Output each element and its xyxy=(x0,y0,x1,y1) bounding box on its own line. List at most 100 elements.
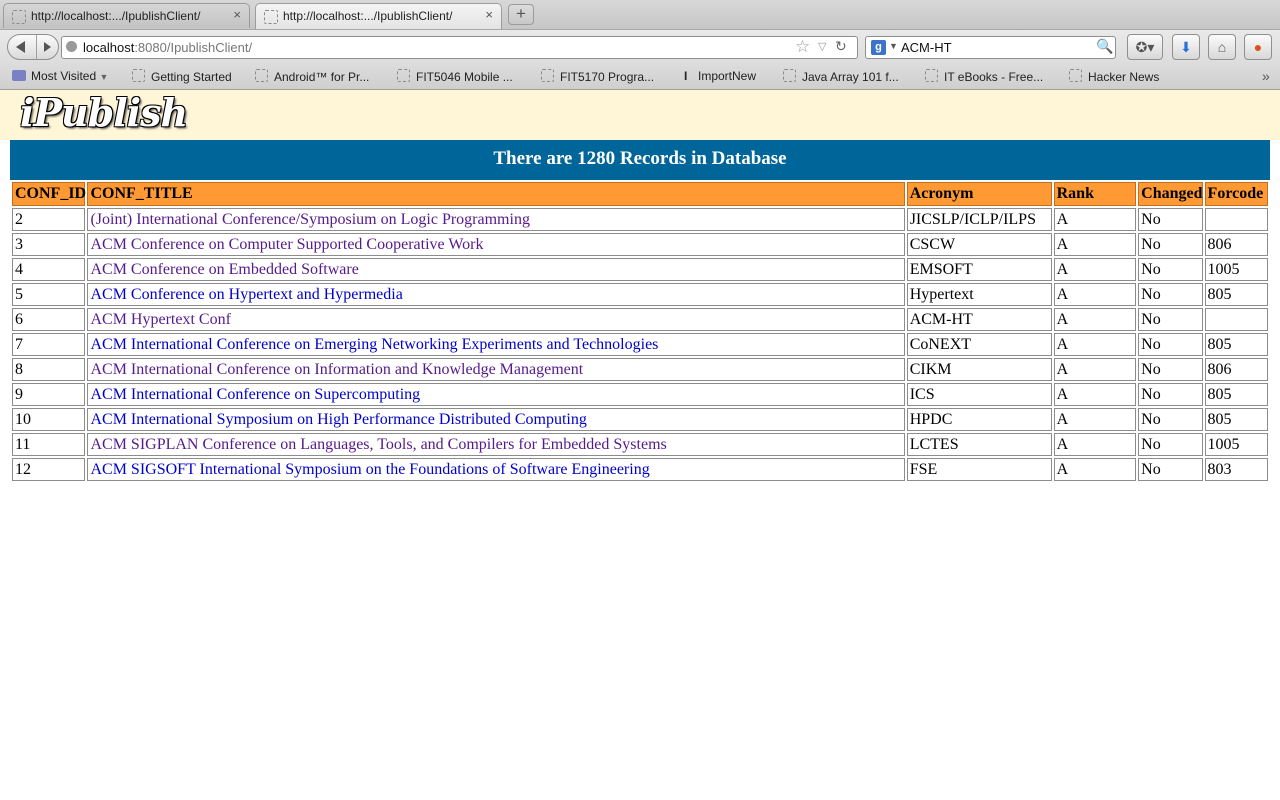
cell-forcode: 803 xyxy=(1204,458,1268,481)
bookmark-it-ebooks[interactable]: IT eBooks - Free... xyxy=(925,69,1043,84)
bookmark-most-visited[interactable]: Most Visited ▼ xyxy=(12,69,108,83)
cell-forcode: 806 xyxy=(1204,358,1268,381)
search-engine-icon[interactable]: g xyxy=(871,40,886,55)
bookmark-label: Getting Started xyxy=(151,70,232,84)
cell-rank: A xyxy=(1053,283,1137,306)
browser-tab-1[interactable]: http://localhost:.../IpublishClient/ × xyxy=(3,3,250,28)
bookmark-fit5046[interactable]: FIT5046 Mobile ... xyxy=(397,69,513,84)
bookmark-getting-started[interactable]: Getting Started xyxy=(132,69,232,84)
table-row: 10 ACM International Symposium on High Pe… xyxy=(12,408,1268,431)
table-row: 3 ACM Conference on Computer Supported Co… xyxy=(12,233,1268,256)
conference-link[interactable]: ACM SIGSOFT International Symposium on t… xyxy=(90,461,649,478)
tab-title: http://localhost:.../IpublishClient/ xyxy=(31,9,201,23)
reload-icon[interactable]: ↻ xyxy=(835,38,847,55)
url-bar[interactable]: localhost:8080/IpublishClient/ ☆ ▽ ↻ xyxy=(61,36,858,59)
bookmark-page-icon xyxy=(397,69,410,82)
cell-conf-id: 7 xyxy=(12,333,86,356)
search-bar[interactable]: g ▼ ACM-HT 🔍 xyxy=(865,36,1116,59)
conference-link[interactable]: ACM Conference on Computer Supported Coo… xyxy=(90,236,483,253)
cell-rank: A xyxy=(1053,208,1137,231)
cell-forcode: 806 xyxy=(1204,233,1268,256)
search-input[interactable]: ACM-HT xyxy=(901,40,952,55)
table-row: 4 ACM Conference on Embedded Software EMSO… xyxy=(12,258,1268,281)
conference-table-container: CONF_ID CONF_TITLE Acronym Rank Changed … xyxy=(10,180,1270,483)
conference-link[interactable]: ACM Conference on Embedded Software xyxy=(90,261,358,278)
table-row: 11 ACM SIGPLAN Conference on Languages, T… xyxy=(12,433,1268,456)
cell-forcode xyxy=(1204,308,1268,331)
tab-strip: http://localhost:.../IpublishClient/ × h… xyxy=(0,0,1280,30)
cell-conf-title: ACM SIGPLAN Conference on Languages, Too… xyxy=(87,433,905,456)
cell-conf-id: 4 xyxy=(12,258,86,281)
bookmark-label: Hacker News xyxy=(1088,70,1160,84)
conference-link[interactable]: ACM International Conference on Supercom… xyxy=(90,386,420,403)
cell-conf-id: 6 xyxy=(12,308,86,331)
cell-rank: A xyxy=(1053,408,1137,431)
cell-acronym: CIKM xyxy=(906,358,1052,381)
browser-tab-2[interactable]: http://localhost:.../IpublishClient/ × xyxy=(255,3,502,29)
cell-conf-title: ACM International Conference on Supercom… xyxy=(87,383,905,406)
conference-link[interactable]: ACM International Symposium on High Perf… xyxy=(90,411,586,428)
text-cursor-icon: I xyxy=(684,69,688,83)
conference-link[interactable]: ACM Conference on Hypertext and Hypermed… xyxy=(90,286,402,303)
bookmark-importnew[interactable]: I ImportNew xyxy=(684,69,756,83)
cell-conf-title: (Joint) International Conference/Symposi… xyxy=(87,208,905,231)
home-button[interactable]: ⌂ xyxy=(1208,34,1236,60)
page-favicon-icon xyxy=(12,10,26,24)
history-buttons xyxy=(7,34,59,60)
bookmarks-menu-button[interactable]: ✪▾ xyxy=(1127,34,1163,60)
forward-button[interactable] xyxy=(37,35,59,59)
conference-link[interactable]: (Joint) International Conference/Symposi… xyxy=(90,211,529,228)
cell-acronym: LCTES xyxy=(906,433,1052,456)
forward-arrow-icon xyxy=(44,42,51,52)
cell-conf-title: ACM International Conference on Emerging… xyxy=(87,333,905,356)
cell-forcode: 805 xyxy=(1204,283,1268,306)
bookmark-fit5170[interactable]: FIT5170 Progra... xyxy=(541,69,654,84)
close-tab-icon[interactable]: × xyxy=(485,7,493,22)
bookmark-label: Android™ for Pr... xyxy=(274,70,370,84)
cell-conf-id: 3 xyxy=(12,233,86,256)
cell-changed: No xyxy=(1138,358,1203,381)
bookmark-label: Most Visited xyxy=(31,69,97,83)
conference-link[interactable]: ACM International Conference on Informat… xyxy=(90,361,583,378)
close-tab-icon[interactable]: × xyxy=(233,7,241,22)
site-header: iPublish xyxy=(0,90,1280,140)
site-identity-icon[interactable] xyxy=(66,41,77,52)
cell-forcode xyxy=(1204,208,1268,231)
chevron-down-icon: ▼ xyxy=(99,72,109,82)
firebug-button[interactable]: ● xyxy=(1244,34,1272,60)
column-header-forcode: Forcode xyxy=(1204,182,1268,206)
new-tab-button[interactable]: + xyxy=(508,4,534,25)
cell-conf-title: ACM Conference on Embedded Software xyxy=(87,258,905,281)
conference-link[interactable]: ACM Hypertext Conf xyxy=(90,311,230,328)
url-text[interactable]: localhost:8080/IpublishClient/ xyxy=(83,40,252,55)
downloads-button[interactable]: ⬇ xyxy=(1172,34,1200,60)
bookmark-java-array[interactable]: Java Array 101 f... xyxy=(783,69,899,84)
table-header-row: CONF_ID CONF_TITLE Acronym Rank Changed … xyxy=(12,182,1268,206)
cell-changed: No xyxy=(1138,408,1203,431)
magnifier-icon[interactable]: 🔍 xyxy=(1096,38,1113,55)
chevron-double-right-icon[interactable]: » xyxy=(1262,68,1270,84)
cell-conf-title: ACM Hypertext Conf xyxy=(87,308,905,331)
bookmark-page-icon xyxy=(1069,69,1082,82)
cell-conf-title: ACM International Symposium on High Perf… xyxy=(87,408,905,431)
chevron-down-icon[interactable]: ▼ xyxy=(889,41,898,51)
conference-link[interactable]: ACM SIGPLAN Conference on Languages, Too… xyxy=(90,436,666,453)
conference-link[interactable]: ACM International Conference on Emerging… xyxy=(90,336,658,353)
url-path: :8080/IpublishClient/ xyxy=(134,40,253,55)
table-body: 2 (Joint) International Conference/Sympos… xyxy=(12,208,1268,481)
back-button[interactable] xyxy=(8,35,37,59)
star-icon[interactable]: ☆ xyxy=(795,37,810,57)
bookmark-android[interactable]: Android™ for Pr... xyxy=(255,69,369,84)
cell-rank: A xyxy=(1053,433,1137,456)
records-count-banner: There are 1280 Records in Database xyxy=(10,140,1270,180)
download-arrow-icon: ⬇ xyxy=(1180,39,1192,55)
table-row: 2 (Joint) International Conference/Sympos… xyxy=(12,208,1268,231)
bookmark-hacker-news[interactable]: Hacker News xyxy=(1069,69,1159,84)
url-history-dropdown-icon[interactable]: ▽ xyxy=(818,40,826,53)
bookmark-page-icon xyxy=(255,69,268,82)
bookmark-label: FIT5046 Mobile ... xyxy=(416,70,513,84)
cell-conf-title: ACM Conference on Computer Supported Coo… xyxy=(87,233,905,256)
table-row: 12 ACM SIGSOFT International Symposium on… xyxy=(12,458,1268,481)
cell-conf-id: 11 xyxy=(12,433,86,456)
column-header-conf-id: CONF_ID xyxy=(12,182,86,206)
